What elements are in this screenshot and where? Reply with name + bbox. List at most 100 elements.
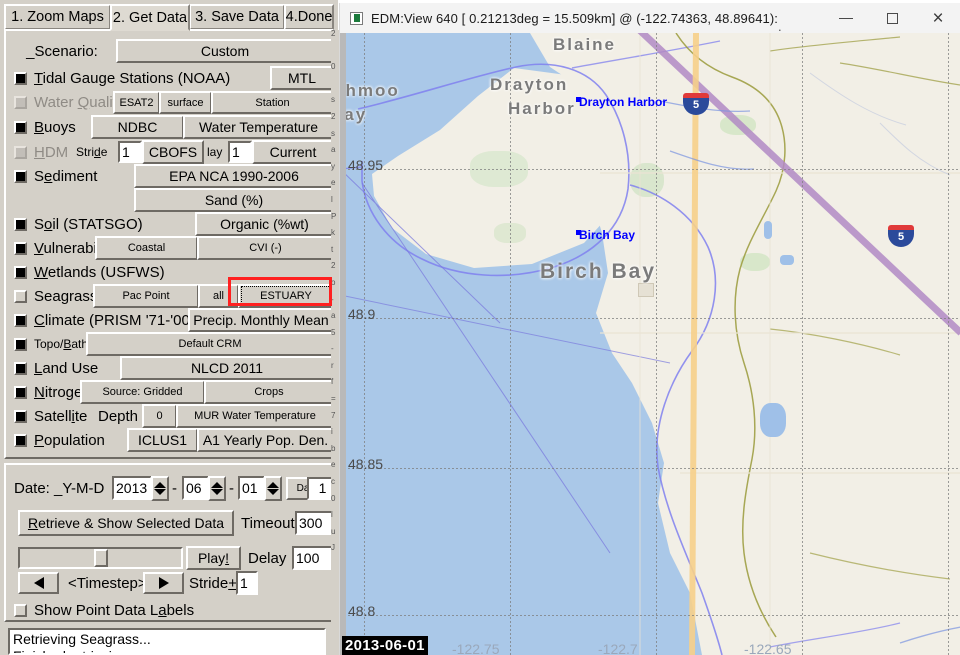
checkbox-water-quality[interactable] (14, 96, 27, 109)
play-button[interactable]: Play! (186, 546, 241, 570)
topo-bath-dataset-button[interactable]: Default CRM (86, 332, 334, 356)
seagrass-estuary-button[interactable]: ESTUARY (238, 284, 334, 308)
close-button[interactable]: × (915, 3, 960, 33)
checkbox-hdm[interactable] (14, 146, 27, 159)
year-up-icon[interactable] (154, 482, 166, 488)
day-down-icon[interactable] (267, 489, 279, 495)
lat-tick-label-2: 48.9 (348, 306, 375, 322)
checkbox-show-point-labels[interactable] (14, 604, 27, 617)
map-window-titlebar[interactable]: EDM:View 640 [ 0.21213deg = 15.509km] @ … (340, 3, 960, 33)
hdm-model-label: CBOFS (149, 144, 197, 160)
chevron-left-icon (34, 577, 44, 589)
population-variable-button[interactable]: A1 Yearly Pop. Den. (197, 428, 334, 452)
month-down-icon[interactable] (211, 489, 223, 495)
buoys-source-button[interactable]: NDBC (91, 115, 184, 139)
vulnerability-type-button[interactable]: Coastal (95, 236, 198, 260)
sediment-label: Sediment (34, 168, 97, 185)
timestep-prev-button[interactable] (18, 572, 59, 594)
minimize-button[interactable] (823, 3, 869, 33)
hdm-lay-input[interactable]: 1 (228, 141, 252, 163)
climate-label: Climate (PRISM '71-'00) (34, 312, 195, 329)
checkbox-buoys[interactable] (14, 121, 27, 134)
satellite-depth-value-button[interactable]: 0 (142, 404, 177, 428)
checkbox-land-use[interactable] (14, 362, 27, 375)
lat-tick-label-4: 48.8 (348, 603, 375, 619)
date-sep-1: - (172, 480, 177, 497)
sediment-dataset-button[interactable]: EPA NCA 1990-2006 (134, 164, 334, 188)
checkbox-vulnerability[interactable] (14, 242, 27, 255)
hdm-variable-button[interactable]: Current (252, 140, 334, 164)
population-label: Population (34, 432, 105, 449)
checkbox-nitrogen[interactable] (14, 386, 27, 399)
seagrass-filter-button[interactable]: all (198, 284, 239, 308)
seagrass-dataset-button[interactable]: Pac Point (93, 284, 199, 308)
checkbox-population[interactable] (14, 434, 27, 447)
land-use-dataset-button[interactable]: NLCD 2011 (120, 356, 334, 380)
month-up-icon[interactable] (211, 482, 223, 488)
satellite-variable-button[interactable]: MUR Water Temperature (176, 404, 334, 428)
seagrass-label: Seagrass (34, 288, 97, 305)
buoys-variable-button[interactable]: Water Temperature (183, 115, 334, 139)
timestep-next-button[interactable] (143, 572, 184, 594)
population-scenario-button[interactable]: ICLUS1 (127, 428, 198, 452)
slider-thumb[interactable] (94, 549, 108, 567)
tab-get-data[interactable]: 2. Get Data (110, 4, 190, 31)
tab-save-data[interactable]: 3. Save Data (189, 4, 285, 30)
day-up-icon[interactable] (267, 482, 279, 488)
tidal-gauge-product-button[interactable]: MTL (270, 66, 334, 90)
water-quality-type-button[interactable]: Station (211, 91, 334, 114)
date-year-spinner[interactable] (151, 476, 169, 501)
date-day-spinner[interactable] (264, 476, 282, 501)
sediment-variable-button[interactable]: Sand (%) (134, 188, 334, 212)
checkbox-wetlands[interactable] (14, 266, 27, 279)
map-canvas[interactable]: 48.95 48.9 48.85 48.8 -122.8 -122.75 -12… (340, 33, 960, 655)
maximize-button[interactable] (869, 3, 915, 33)
status-log-line-1: Retrieving Seagrass... (13, 631, 321, 648)
population-variable-label: A1 Yearly Pop. Den. (203, 432, 328, 448)
lat-tick-label-3: 48.85 (348, 456, 383, 472)
date-month-input[interactable]: 06 (182, 476, 209, 500)
timeout-input[interactable]: 300 (295, 511, 335, 535)
scenario-button[interactable]: Custom (116, 39, 334, 63)
hdm-stride-input[interactable]: 1 (118, 141, 142, 163)
water-quality-dataset-button[interactable]: ESAT2 (113, 91, 160, 114)
tab-zoom-maps-label: 1. Zoom Maps (11, 9, 104, 25)
hdm-stride-label: Stride (76, 145, 107, 159)
lon-tick-label-4: -122.65 (744, 641, 791, 655)
checkbox-soil[interactable] (14, 218, 27, 231)
satellite-variable-label: MUR Water Temperature (194, 410, 316, 422)
checkbox-sediment[interactable] (14, 170, 27, 183)
water-quality-dataset-label: ESAT2 (119, 97, 153, 109)
point-label-birch-bay-text: Birch Bay (579, 228, 635, 242)
stride-plus-value: 1 (240, 575, 248, 591)
status-log[interactable]: Retrieving Seagrass... Finished retrievi… (8, 628, 326, 655)
climate-variable-button[interactable]: Precip. Monthly Mean (188, 308, 334, 332)
scenario-value: Custom (201, 43, 249, 59)
date-day-input[interactable]: 01 (238, 476, 265, 500)
water-quality-layer-button[interactable]: surface (159, 91, 212, 114)
checkbox-seagrass[interactable] (14, 290, 27, 303)
checkbox-satellite[interactable] (14, 410, 27, 423)
checkbox-topo-bath[interactable] (14, 338, 27, 351)
checkbox-climate[interactable] (14, 314, 27, 327)
stride-plus-input[interactable]: 1 (236, 571, 258, 595)
retrieve-data-button[interactable]: Retrieve & Show Selected Data (18, 510, 234, 536)
timestep-slider[interactable] (18, 547, 183, 569)
tab-done[interactable]: 4.Done (284, 4, 334, 30)
tab-zoom-maps[interactable]: 1. Zoom Maps (4, 4, 111, 30)
hdm-model-button[interactable]: CBOFS (142, 140, 204, 164)
year-down-icon[interactable] (154, 489, 166, 495)
nitrogen-source-button[interactable]: Source: Gridded (80, 380, 205, 404)
nitrogen-category-button[interactable]: Crops (204, 380, 334, 404)
date-month-spinner[interactable] (208, 476, 226, 501)
checkbox-tidal-gauge[interactable] (14, 72, 27, 85)
soil-variable-button[interactable]: Organic (%wt) (195, 212, 334, 236)
lon-tick-label-5 (890, 641, 894, 655)
nitrogen-source-label: Source: Gridded (102, 386, 182, 398)
topo-bath-label: Topo/Bath (34, 337, 88, 351)
control-panel: 1. Zoom Maps 2. Get Data 3. Save Data 4.… (0, 0, 338, 655)
delay-input[interactable]: 100 (292, 546, 335, 570)
place-label-harbor: Harbor (508, 99, 576, 119)
date-year-input[interactable]: 2013 (112, 476, 152, 500)
vulnerability-index-button[interactable]: CVI (-) (197, 236, 334, 260)
